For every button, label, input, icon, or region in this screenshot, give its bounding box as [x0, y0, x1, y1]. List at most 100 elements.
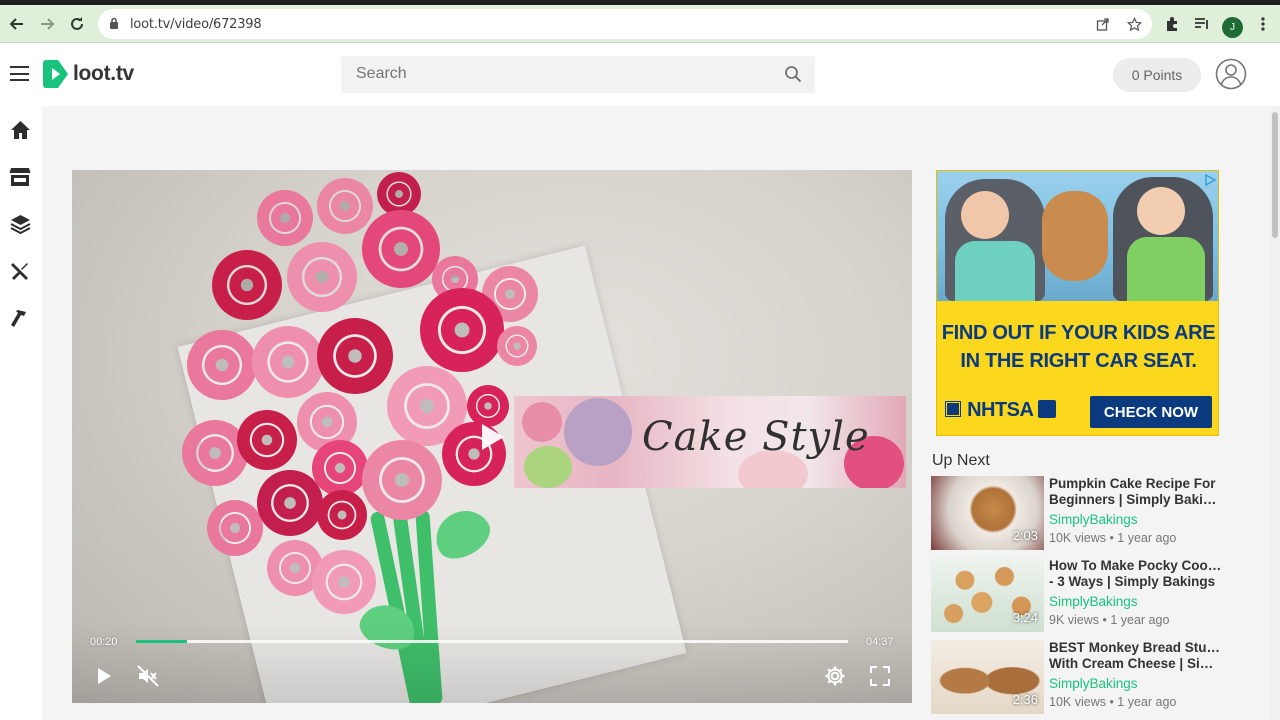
ad-photo: [937, 171, 1218, 301]
banner-text: Cake Style: [642, 414, 870, 460]
ad-banner[interactable]: FIND OUT IF YOUR KIDS ARE IN THE RIGHT C…: [936, 170, 1219, 436]
back-arrow-icon: [9, 18, 23, 30]
tools-icon[interactable]: [9, 260, 31, 282]
ad-headline: FIND OUT IF YOUR KIDS ARE IN THE RIGHT C…: [937, 319, 1218, 375]
video-title-line: Beginners | Simply Bakings: [1049, 492, 1223, 507]
share-icon[interactable]: [1094, 15, 1112, 33]
video-title-line: Pumpkin Cake Recipe For: [1049, 476, 1216, 491]
up-next-item[interactable]: 2:03 Pumpkin Cake Recipe For Beginners |…: [931, 476, 1231, 550]
cake-rose: [187, 330, 257, 400]
adchoices-icon[interactable]: [1203, 173, 1217, 187]
video-meta: 9K views • 1 year ago: [1049, 613, 1170, 627]
video-thumbnail[interactable]: 2:03: [931, 476, 1044, 550]
ad-cta-button[interactable]: CHECK NOW: [1090, 396, 1212, 428]
ad-badge-icon: [1037, 400, 1056, 418]
gear-icon: [825, 666, 845, 686]
ad-child-right: [1137, 187, 1185, 235]
store-icon[interactable]: [9, 166, 31, 188]
ad-child-left: [961, 191, 1009, 239]
page-scrollbar[interactable]: [1270, 106, 1280, 720]
url-text: loot.tv/video/672398: [130, 17, 262, 32]
video-title-line: BEST Monkey Bread Stuffed: [1049, 640, 1223, 655]
video-meta: 10K views • 1 year ago: [1049, 531, 1177, 545]
logo-text: loot.tv: [73, 62, 134, 85]
channel-link[interactable]: SimplyBakings: [1049, 676, 1138, 691]
video-title-line: - 3 Ways | Simply Bakings: [1049, 574, 1216, 589]
cake-rose: [497, 326, 537, 366]
cake-rose: [420, 288, 504, 372]
cake-rose: [312, 550, 376, 614]
volume-muted-icon: [137, 665, 159, 687]
video-title-line: How To Make Pocky Cookies: [1049, 558, 1223, 573]
site-logo[interactable]: loot.tv: [42, 58, 134, 90]
play-icon: [98, 668, 111, 684]
banner-flower: [564, 398, 632, 466]
cake-rose: [287, 242, 357, 312]
site-header: loot.tv 0 Points: [0, 44, 1280, 106]
current-time: 00:20: [90, 636, 118, 648]
cake-rose: [212, 250, 282, 320]
video-title[interactable]: How To Make Pocky Cookies - 3 Ways | Sim…: [1049, 558, 1223, 590]
cake-rose: [317, 178, 373, 234]
user-account-icon[interactable]: [1215, 58, 1247, 90]
ad-teddy-bear: [1042, 191, 1108, 281]
forward-button[interactable]: [36, 13, 58, 35]
reload-icon: [71, 17, 83, 30]
cake-rose: [237, 410, 297, 470]
progress-bar[interactable]: [136, 640, 848, 643]
search-input[interactable]: [356, 63, 776, 85]
reading-list-icon[interactable]: [1191, 13, 1213, 35]
ad-brand-text: NHTSA: [967, 399, 1033, 421]
cake-rose: [257, 470, 323, 536]
search-icon[interactable]: [784, 65, 802, 83]
up-next-item[interactable]: 3:24 How To Make Pocky Cookies - 3 Ways …: [931, 558, 1231, 632]
ad-child-shirt-right: [1127, 237, 1205, 301]
scrollbar-thumb[interactable]: [1272, 112, 1278, 238]
left-nav-rail: [0, 106, 42, 720]
ad-child-shirt-left: [955, 241, 1035, 301]
video-thumbnail[interactable]: 2:36: [931, 640, 1044, 714]
video-duration: 2:03: [1012, 528, 1038, 543]
points-badge[interactable]: 0 Points: [1113, 58, 1201, 92]
channel-link[interactable]: SimplyBakings: [1049, 512, 1138, 527]
banner-flower: [522, 402, 562, 442]
video-thumbnail[interactable]: 3:24: [931, 558, 1044, 632]
player-controls: [72, 623, 912, 703]
profile-avatar[interactable]: J: [1222, 17, 1243, 38]
profile-initial: J: [1230, 22, 1235, 33]
cake-rose: [467, 385, 509, 427]
video-duration: 3:24: [1012, 610, 1038, 625]
extensions-icon[interactable]: [1161, 13, 1183, 35]
total-time: 04:37: [866, 636, 894, 648]
hamburger-menu-icon[interactable]: [10, 66, 29, 81]
video-title[interactable]: Pumpkin Cake Recipe For Beginners | Simp…: [1049, 476, 1223, 508]
video-meta: 10K views • 1 year ago: [1049, 695, 1177, 709]
video-player[interactable]: Cake Style 00:20 04:37: [72, 170, 912, 703]
forward-arrow-icon: [41, 18, 55, 30]
hammer-icon[interactable]: [9, 307, 31, 329]
up-next-heading: Up Next: [932, 452, 990, 469]
home-icon[interactable]: [9, 119, 31, 141]
channel-link[interactable]: SimplyBakings: [1049, 594, 1138, 609]
settings-button[interactable]: [823, 664, 847, 688]
video-duration: 2:36: [1012, 692, 1038, 707]
back-button[interactable]: [6, 13, 28, 35]
mute-button[interactable]: [136, 664, 160, 688]
banner-flower: [524, 446, 572, 488]
address-bar[interactable]: loot.tv/video/672398: [98, 9, 1152, 39]
layers-icon[interactable]: [9, 213, 31, 235]
reload-button[interactable]: [66, 13, 88, 35]
progress-fill: [136, 640, 188, 643]
browser-menu-icon[interactable]: [1252, 13, 1274, 35]
browser-toolbar: loot.tv/video/672398 J: [0, 5, 1280, 43]
center-play-icon[interactable]: [478, 422, 506, 452]
search-box: [341, 56, 815, 93]
up-next-item[interactable]: 2:36 BEST Monkey Bread Stuffed With Crea…: [931, 640, 1231, 714]
cake-rose: [317, 318, 393, 394]
fullscreen-button[interactable]: [868, 664, 892, 688]
cake-rose: [362, 210, 440, 288]
cake-rose: [257, 190, 313, 246]
video-title[interactable]: BEST Monkey Bread Stuffed With Cream Che…: [1049, 640, 1223, 672]
bookmark-star-icon[interactable]: [1125, 15, 1143, 33]
play-button[interactable]: [92, 664, 116, 688]
